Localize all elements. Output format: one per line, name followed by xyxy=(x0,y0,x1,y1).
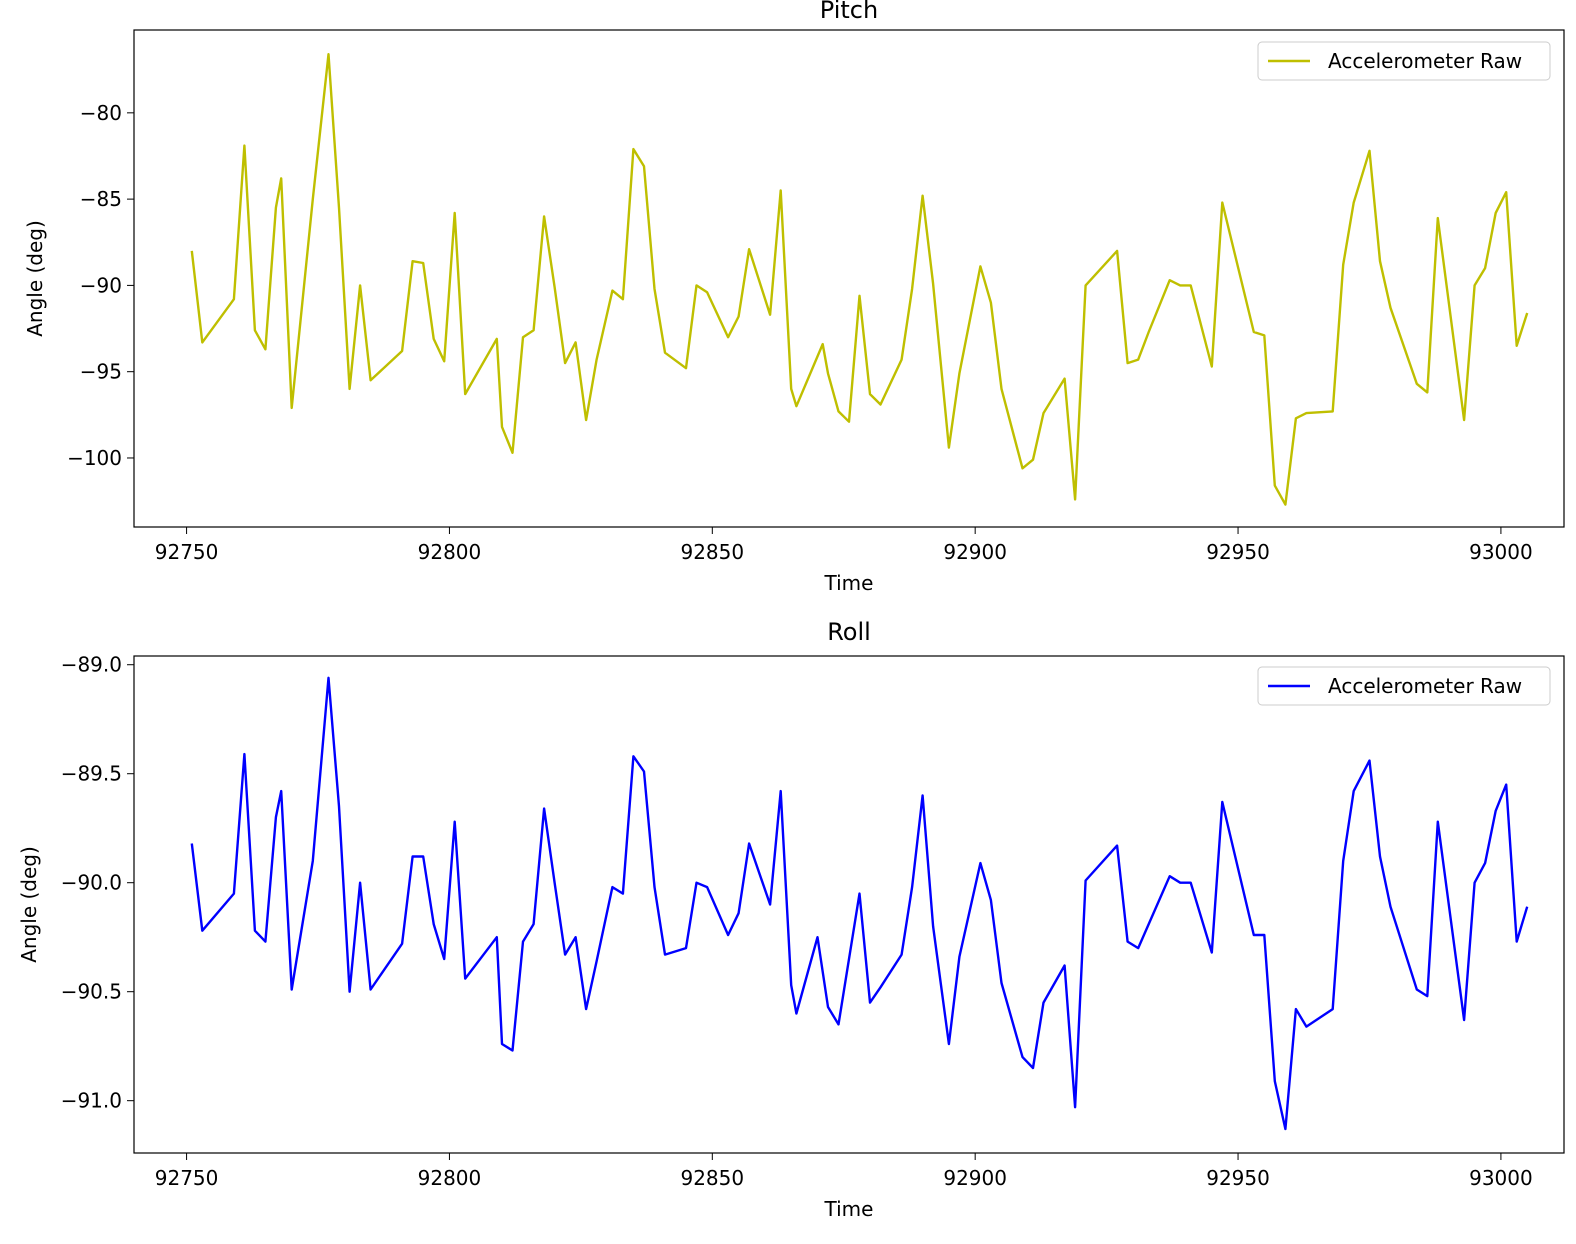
roll-chart: Roll 92750 92800 92850 92900 92950 93000 −91.0 −… xyxy=(17,618,1565,1221)
roll-x-tick-label: 92750 xyxy=(155,1166,219,1190)
pitch-y-tick-label: −100 xyxy=(67,446,122,470)
pitch-x-tick-label: 92750 xyxy=(155,540,219,564)
roll-x-tick-label: 92800 xyxy=(418,1166,482,1190)
roll-x-tick-label: 93000 xyxy=(1469,1166,1533,1190)
roll-x-tick-label: 92900 xyxy=(943,1166,1007,1190)
pitch-series-line xyxy=(190,53,1529,506)
roll-legend: Accelerometer Raw xyxy=(1257,666,1551,706)
pitch-x-tick-label: 92800 xyxy=(418,540,482,564)
pitch-y-tick-label: −85 xyxy=(80,187,122,211)
pitch-y-tick-label: −90 xyxy=(80,273,122,297)
roll-series-line xyxy=(190,676,1529,1131)
pitch-x-tick-label: 93000 xyxy=(1469,540,1533,564)
pitch-plot-area xyxy=(133,29,1565,528)
roll-y-tick-label: −90.0 xyxy=(61,871,122,895)
roll-y-tick-label: −89.5 xyxy=(61,762,122,786)
roll-y-tick-label: −91.0 xyxy=(61,1089,122,1113)
pitch-legend: Accelerometer Raw xyxy=(1257,41,1551,81)
pitch-x-tick-label: 92950 xyxy=(1206,540,1270,564)
roll-y-axis-label: Angle (deg) xyxy=(17,846,41,963)
figure: Pitch 92750 92800 92850 92900 92950 93000 −100 −… xyxy=(17,0,1565,1221)
roll-x-tick-label: 92950 xyxy=(1206,1166,1270,1190)
roll-x-axis-label: Time xyxy=(824,1197,874,1221)
roll-legend-label: Accelerometer Raw xyxy=(1328,674,1522,698)
pitch-y-tick-label: −95 xyxy=(80,360,122,384)
roll-y-tick-label: −89.0 xyxy=(61,653,122,677)
pitch-x-tick-label: 92850 xyxy=(680,540,744,564)
pitch-y-axis-label: Angle (deg) xyxy=(23,220,47,337)
pitch-chart: Pitch 92750 92800 92850 92900 92950 93000 −100 −… xyxy=(23,0,1565,595)
roll-plot-area xyxy=(133,655,1565,1154)
roll-y-tick-label: −90.5 xyxy=(61,980,122,1004)
pitch-x-axis-label: Time xyxy=(824,571,874,595)
roll-chart-title: Roll xyxy=(827,618,871,646)
pitch-chart-title: Pitch xyxy=(820,0,878,24)
pitch-x-tick-label: 92900 xyxy=(943,540,1007,564)
pitch-y-tick-label: −80 xyxy=(80,101,122,125)
roll-x-tick-label: 92850 xyxy=(680,1166,744,1190)
pitch-legend-label: Accelerometer Raw xyxy=(1328,49,1522,73)
